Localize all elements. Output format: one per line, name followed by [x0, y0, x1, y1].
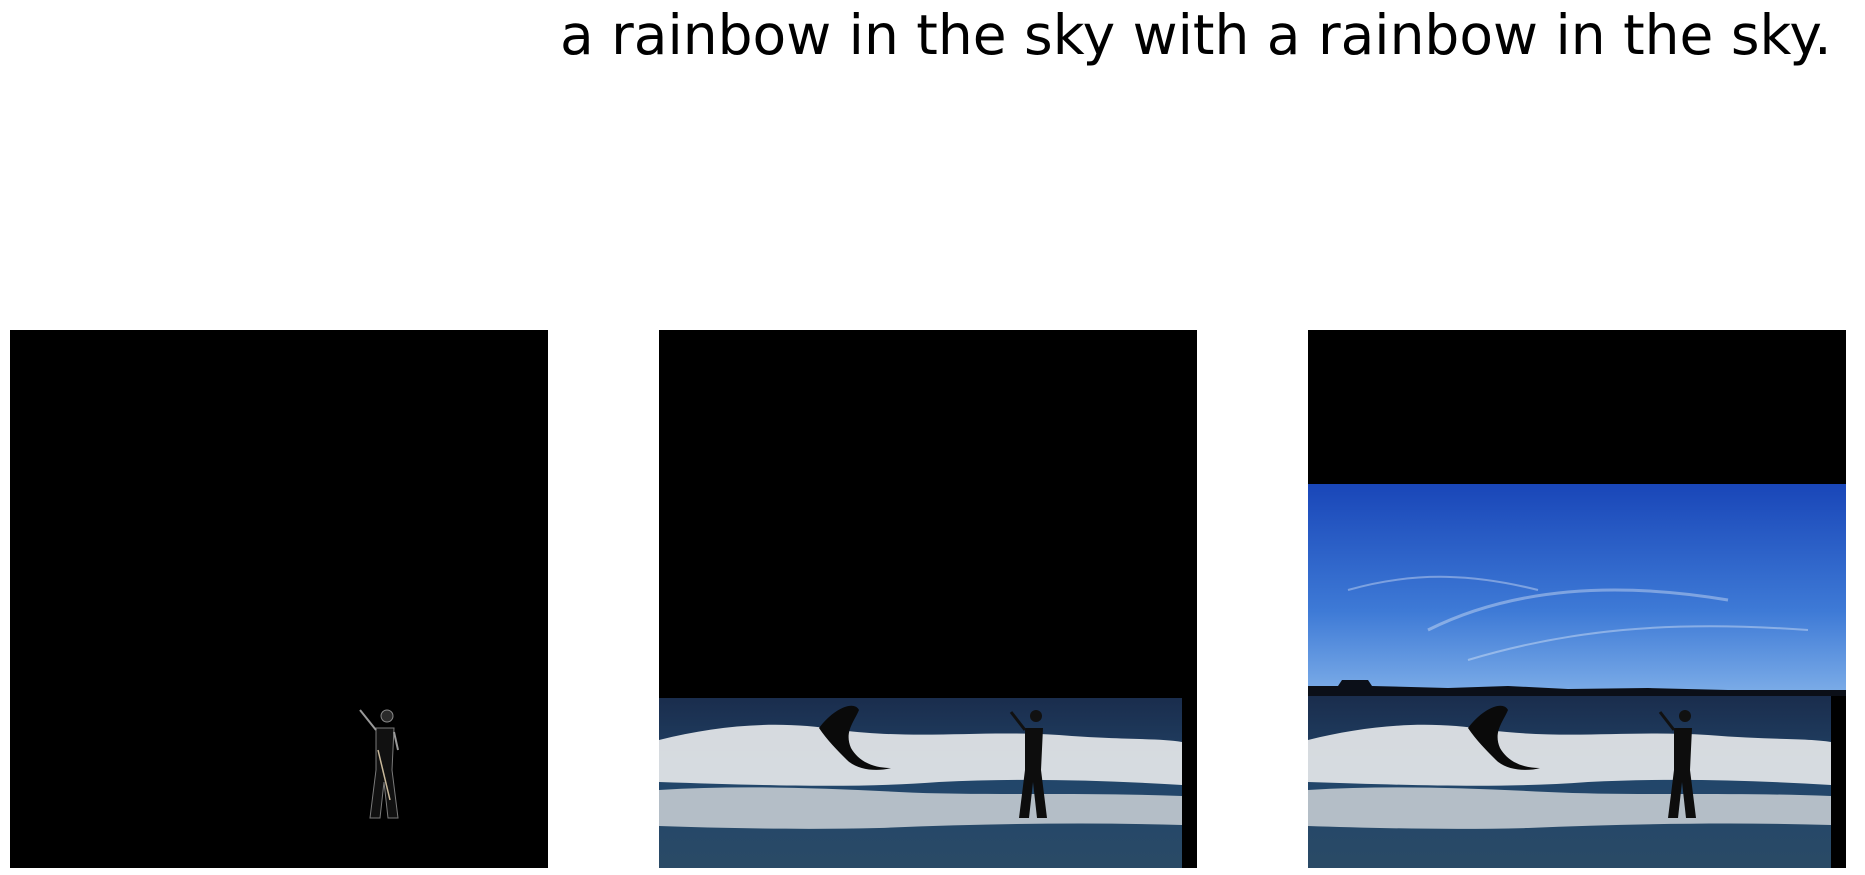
wave-foam	[659, 724, 1182, 829]
wave-foam	[1308, 724, 1831, 829]
full-scene-image	[1308, 330, 1846, 868]
image-panel-full-scene	[1308, 330, 1846, 868]
figure-only-image	[10, 330, 548, 868]
caption-text: a rainbow in the sky with a rainbow in t…	[560, 3, 1832, 67]
image-panel-figure-only	[10, 330, 548, 868]
figure-and-sea-image	[659, 330, 1197, 868]
image-panel-figure-and-sea	[659, 330, 1197, 868]
